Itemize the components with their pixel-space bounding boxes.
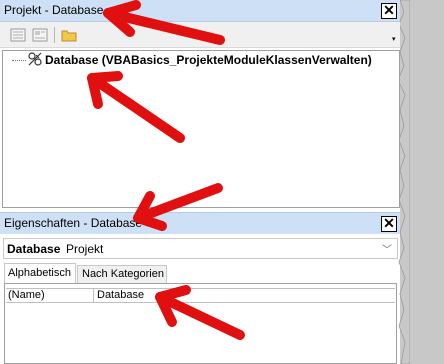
toolbar-overflow-icon[interactable]: ▾ <box>392 36 398 44</box>
tab-nach-kategorien[interactable]: Nach Kategorien <box>77 265 167 283</box>
object-type: Projekt <box>66 242 104 256</box>
column-divider <box>93 289 94 303</box>
tab-label: Alphabetisch <box>8 267 71 279</box>
close-icon[interactable]: ✕ <box>381 216 397 232</box>
object-select[interactable]: Database Projekt ﹀ <box>3 238 398 259</box>
tree-item-label[interactable]: Database (VBABasics_ProjekteModuleKlasse… <box>45 53 372 67</box>
property-grid: (Name) Database <box>4 283 397 364</box>
view-code-icon[interactable] <box>10 28 26 42</box>
tree-connector <box>12 60 26 61</box>
tab-label: Nach Kategorien <box>82 268 164 280</box>
project-tree <box>2 50 400 208</box>
database-project-icon <box>28 52 42 66</box>
property-value[interactable]: Database <box>97 289 144 301</box>
table-row[interactable]: (Name) Database <box>6 288 395 303</box>
chevron-down-icon[interactable]: ﹀ <box>382 241 392 256</box>
close-icon[interactable]: ✕ <box>381 3 397 19</box>
properties-title: Eigenschaften - Database <box>4 216 143 230</box>
properties-title-bar: Eigenschaften - Database ✕ <box>0 212 400 234</box>
toggle-folders-icon[interactable] <box>61 28 77 42</box>
project-title-bar: Projekt - Database ✕ <box>0 0 400 22</box>
project-toolbar: ▾ <box>0 22 400 48</box>
object-name: Database <box>7 242 61 256</box>
view-object-icon[interactable] <box>32 28 48 42</box>
tab-alphabetisch[interactable]: Alphabetisch <box>4 263 76 283</box>
project-title: Projekt - Database <box>4 3 104 17</box>
property-name: (Name) <box>8 289 45 301</box>
toolbar-separator <box>54 27 55 43</box>
